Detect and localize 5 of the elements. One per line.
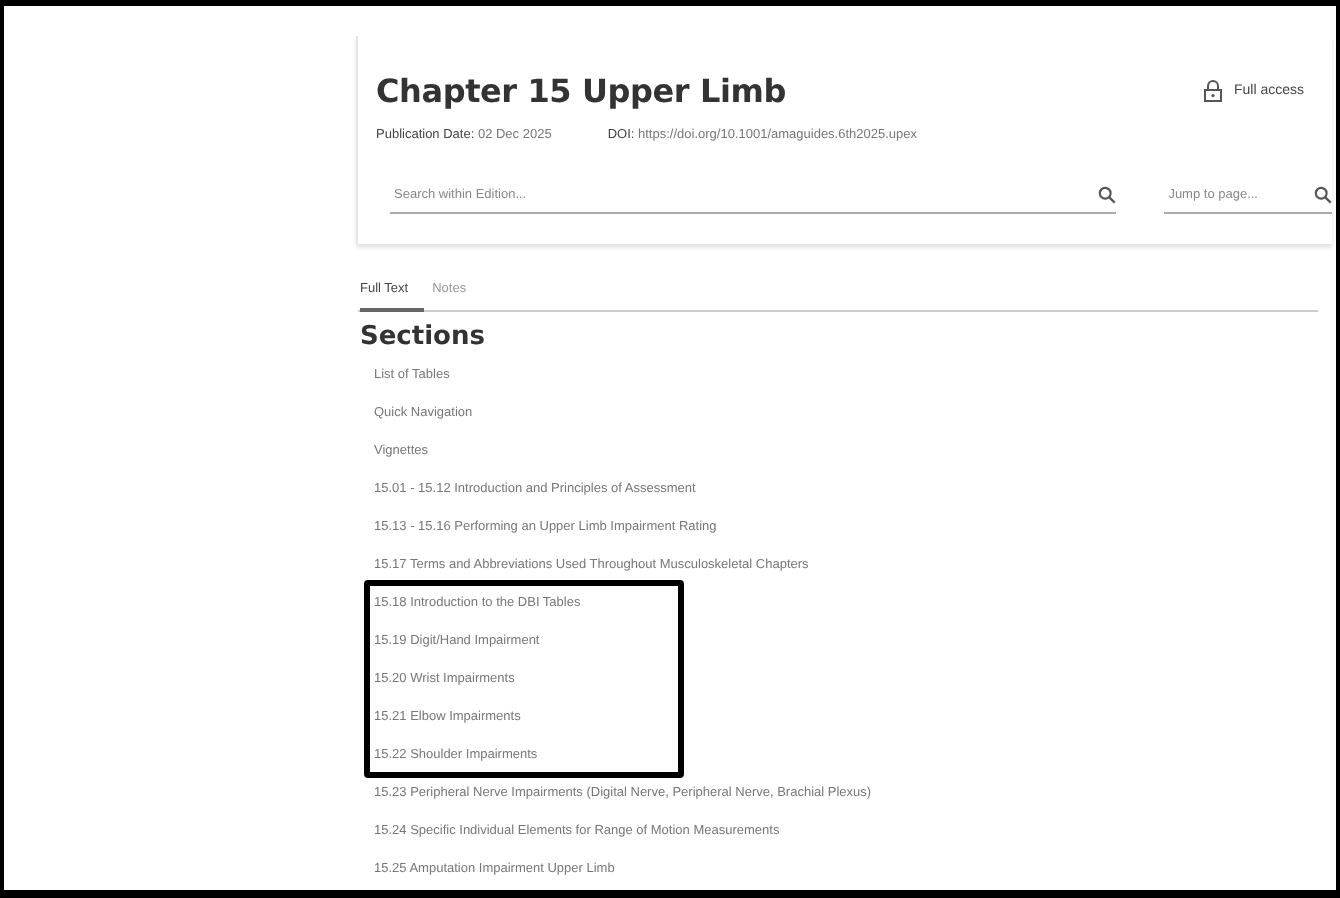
- search-icon[interactable]: [1314, 186, 1332, 204]
- lock-icon: [1203, 80, 1222, 102]
- sections-heading: Sections: [360, 322, 487, 352]
- chapter-title: Chapter 15 Upper Limb: [376, 72, 786, 110]
- search-icon[interactable]: [1098, 186, 1117, 204]
